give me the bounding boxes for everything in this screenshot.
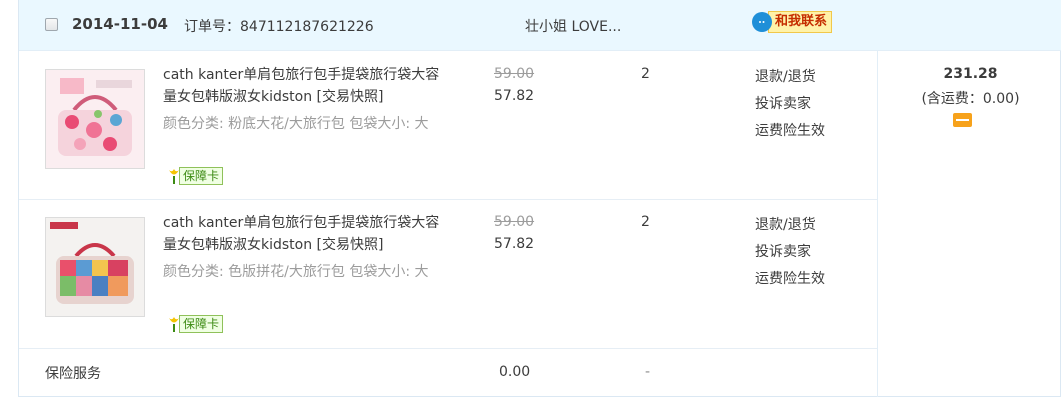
guarantee-card-label: 保障卡 — [179, 167, 224, 185]
order-total: 231.28 — [943, 66, 998, 82]
product-thumbnail[interactable] — [45, 217, 145, 317]
order-select-checkbox[interactable] — [45, 18, 58, 31]
item-actions: 退款/退货 投诉卖家 运费险生效 — [755, 212, 825, 293]
shipping-fee: (含运费：0.00) — [921, 91, 1020, 107]
order-item-row: cath kanter单肩包旅行包手提袋旅行袋大容量女包韩版淑女kidston … — [19, 51, 877, 200]
unit-price: 57.82 — [494, 88, 535, 104]
shipping-insurance-link[interactable]: 运费险生效 — [755, 266, 825, 293]
chat-bubble-icon — [752, 12, 772, 32]
contact-seller-label: 和我联系 — [768, 11, 833, 33]
product-sku: 颜色分类: 色版拼花/大旅行包 包袋大小: 大 — [163, 264, 429, 280]
insurance-service-row: 保险服务 0.00 - — [19, 348, 877, 397]
guarantee-card-badge[interactable]: 保障卡 — [167, 315, 224, 333]
refund-return-link[interactable]: 退款/退货 — [755, 212, 825, 239]
guarantee-card-label: 保障卡 — [179, 315, 224, 333]
seller-name-link[interactable]: 壮小姐 LOVE... — [525, 16, 621, 36]
guarantee-card-badge[interactable]: 保障卡 — [167, 167, 224, 185]
contact-seller-button[interactable]: 和我联系 — [752, 11, 833, 33]
item-quantity: 2 — [641, 66, 650, 82]
order-total-column: 231.28 (含运费：0.00) — [877, 51, 1061, 397]
order-item-row: cath kanter单肩包旅行包手提袋旅行袋大容量女包韩版淑女kidston … — [19, 199, 877, 349]
product-thumbnail[interactable] — [45, 69, 145, 169]
original-price: 59.00 — [494, 66, 535, 82]
shipping-insurance-link[interactable]: 运费险生效 — [755, 118, 825, 145]
product-sku: 颜色分类: 粉底大花/大旅行包 包袋大小: 大 — [163, 116, 429, 132]
original-price: 59.00 — [494, 214, 535, 230]
tulip-icon — [167, 315, 181, 333]
item-actions: 退款/退货 投诉卖家 运费险生效 — [755, 64, 825, 145]
order-date: 2014-11-04 — [72, 15, 168, 33]
product-title-link[interactable]: cath kanter单肩包旅行包手提袋旅行袋大容量女包韩版淑女kidston … — [163, 212, 453, 256]
refund-return-link[interactable]: 退款/退货 — [755, 64, 825, 91]
complain-seller-link[interactable]: 投诉卖家 — [755, 239, 825, 266]
complain-seller-link[interactable]: 投诉卖家 — [755, 91, 825, 118]
insurance-price: 0.00 — [499, 364, 531, 380]
card-icon[interactable] — [953, 113, 972, 127]
order-card: 2014-11-04 订单号：847112187621226 壮小姐 LOVE.… — [18, 0, 1061, 397]
unit-price: 57.82 — [494, 236, 535, 252]
insurance-label: 保险服务 — [45, 366, 101, 382]
item-quantity: 2 — [641, 214, 650, 230]
product-title-link[interactable]: cath kanter单肩包旅行包手提袋旅行袋大容量女包韩版淑女kidston … — [163, 64, 453, 108]
insurance-quantity: - — [645, 364, 651, 380]
order-header: 2014-11-04 订单号：847112187621226 壮小姐 LOVE.… — [19, 0, 1061, 51]
order-number: 订单号：847112187621226 — [184, 19, 374, 35]
tulip-icon — [167, 167, 181, 185]
